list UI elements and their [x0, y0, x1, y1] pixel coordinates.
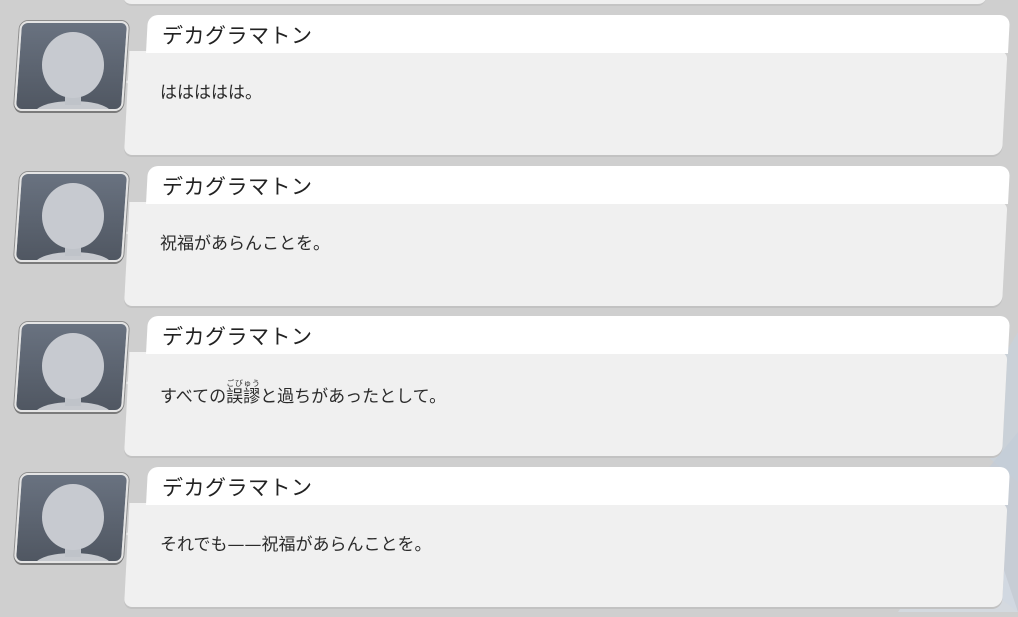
default-avatar-icon — [35, 333, 111, 410]
speaker-avatar — [13, 21, 130, 111]
speaker-name: デカグラマトン — [162, 175, 313, 199]
log-entry: デカグラマトン ははははは。 — [0, 15, 1018, 165]
speaker-avatar — [13, 473, 130, 563]
speaker-name: デカグラマトン — [162, 476, 313, 500]
previous-entry-edge — [123, 0, 987, 6]
message-text: すべての誤謬ごびゅうと過ちがあったとして。 — [160, 379, 446, 407]
message-bubble — [124, 503, 1008, 607]
default-avatar-icon — [35, 32, 111, 109]
message-text-part: と過ちがあったとして。 — [260, 387, 447, 407]
message-bubble — [124, 51, 1008, 155]
message-text-part: すべての — [160, 387, 227, 407]
message-bubble — [124, 202, 1008, 306]
speaker-avatar — [13, 322, 130, 412]
furigana-word: 誤謬ごびゅう — [226, 379, 261, 407]
ruby-base: 誤謬 — [226, 387, 261, 407]
log-entry: デカグラマトン すべての誤謬ごびゅうと過ちがあったとして。 — [0, 316, 1018, 466]
message-text: それでも——祝福があらんことを。 — [160, 535, 432, 555]
log-entry: デカグラマトン 祝福があらんことを。 — [0, 166, 1018, 316]
speaker-name: デカグラマトン — [162, 24, 313, 48]
speaker-name: デカグラマトン — [162, 325, 313, 349]
ruby-reading: ごびゅう — [226, 379, 261, 388]
default-avatar-icon — [35, 484, 111, 561]
log-entry: デカグラマトン それでも——祝福があらんことを。 — [0, 467, 1018, 617]
speaker-avatar — [13, 172, 130, 262]
message-text: ははははは。 — [160, 83, 262, 103]
default-avatar-icon — [35, 183, 111, 260]
dialogue-log: デカグラマトン ははははは。 デカグラマトン 祝福があらんことを。 デカグラマト… — [0, 0, 1018, 612]
message-text: 祝福があらんことを。 — [160, 234, 330, 254]
